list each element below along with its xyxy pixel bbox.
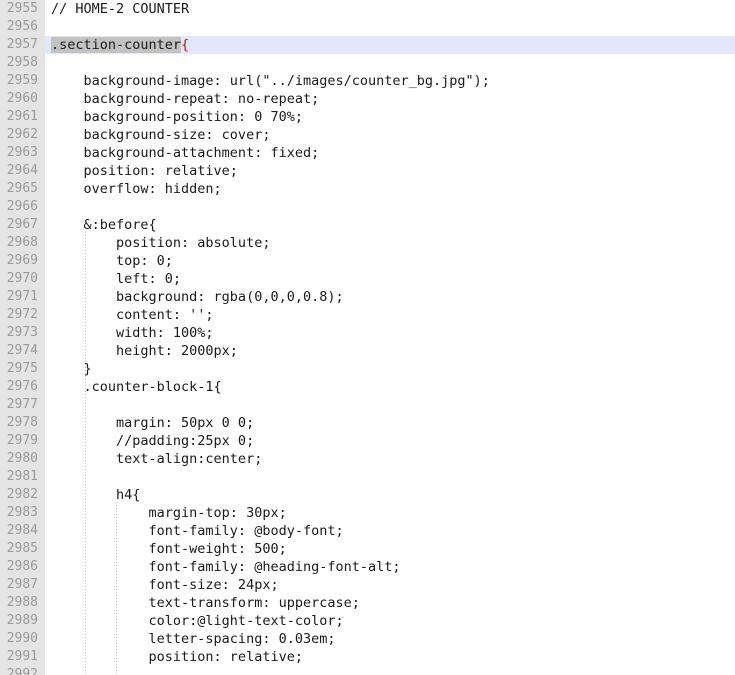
line-number[interactable]: 2955	[0, 0, 38, 18]
line-number[interactable]: 2982	[0, 486, 38, 504]
line-number[interactable]: 2980	[0, 450, 38, 468]
line-number[interactable]: 2975	[0, 360, 38, 378]
line-number[interactable]: 2979	[0, 432, 38, 450]
code-line[interactable]: font-weight: 500;	[51, 540, 287, 558]
line-number[interactable]: 2973	[0, 324, 38, 342]
code-line[interactable]: background: rgba(0,0,0,0.8);	[51, 288, 344, 306]
line-number[interactable]: 2983	[0, 504, 38, 522]
code-line[interactable]: background-size: cover;	[51, 126, 271, 144]
line-number[interactable]: 2970	[0, 270, 38, 288]
code-line[interactable]: &:before{	[51, 216, 157, 234]
code-line[interactable]: font-size: 24px;	[51, 576, 279, 594]
code-line[interactable]: position: relative;	[51, 648, 303, 666]
code-line[interactable]: margin: 50px 0 0;	[51, 414, 254, 432]
code-line[interactable]: top: 0;	[51, 252, 173, 270]
line-number[interactable]: 2976	[0, 378, 38, 396]
code-line[interactable]: width: 100%;	[51, 324, 214, 342]
code-line[interactable]: }	[51, 360, 92, 378]
line-number[interactable]: 2972	[0, 306, 38, 324]
line-number[interactable]: 2990	[0, 630, 38, 648]
line-number[interactable]: 2987	[0, 576, 38, 594]
line-number-gutter[interactable]: 2955 2956 2957 2958 2959 2960 2961 2962 2963 2964…	[0, 0, 45, 675]
line-number[interactable]: 2977	[0, 396, 38, 414]
code-line[interactable]: overflow: hidden;	[51, 180, 222, 198]
line-number[interactable]: 2992	[0, 666, 38, 675]
line-number[interactable]: 2960	[0, 90, 38, 108]
open-brace: {	[181, 37, 190, 53]
line-number[interactable]: 2985	[0, 540, 38, 558]
code-line[interactable]: text-align:center;	[51, 450, 262, 468]
code-line[interactable]: // HOME-2 COUNTER	[51, 0, 189, 18]
code-line[interactable]: left: 0;	[51, 270, 181, 288]
line-number[interactable]: 2957	[0, 36, 38, 54]
line-number[interactable]: 2965	[0, 180, 38, 198]
line-number[interactable]: 2961	[0, 108, 38, 126]
code-line[interactable]: content: '';	[51, 306, 214, 324]
line-number[interactable]: 2967	[0, 216, 38, 234]
code-text-surface[interactable]: // HOME-2 COUNTER .section-counter{ backg…	[45, 0, 735, 675]
selected-text: .section-counter	[51, 37, 182, 53]
code-editor[interactable]: 2955 2956 2957 2958 2959 2960 2961 2962 2963 2964…	[0, 0, 735, 675]
line-number[interactable]: 2958	[0, 54, 38, 72]
code-line[interactable]: text-transform: uppercase;	[51, 594, 360, 612]
line-number[interactable]: 2989	[0, 612, 38, 630]
line-number[interactable]: 2974	[0, 342, 38, 360]
line-number[interactable]: 2959	[0, 72, 38, 90]
line-number[interactable]: 2968	[0, 234, 38, 252]
line-number[interactable]: 2981	[0, 468, 38, 486]
code-line[interactable]: background-repeat: no-repeat;	[51, 90, 320, 108]
code-line[interactable]: position: relative;	[51, 162, 238, 180]
line-number[interactable]: 2966	[0, 198, 38, 216]
line-number[interactable]: 2984	[0, 522, 38, 540]
line-number[interactable]: 2963	[0, 144, 38, 162]
line-number[interactable]: 2962	[0, 126, 38, 144]
code-line[interactable]: background-image: url("../images/counter…	[51, 72, 490, 90]
code-line[interactable]: .counter-block-1{	[51, 378, 222, 396]
code-line[interactable]: height: 2000px;	[51, 342, 238, 360]
line-number[interactable]: 2964	[0, 162, 38, 180]
code-line[interactable]: position: absolute;	[51, 234, 270, 252]
code-line[interactable]: font-family: @heading-font-alt;	[51, 558, 401, 576]
code-line[interactable]: letter-spacing: 0.03em;	[51, 630, 336, 648]
line-number[interactable]: 2969	[0, 252, 38, 270]
line-number[interactable]: 2988	[0, 594, 38, 612]
code-line[interactable]: .section-counter{	[51, 36, 189, 54]
line-number[interactable]: 2978	[0, 414, 38, 432]
code-line[interactable]: margin-top: 30px;	[51, 504, 287, 522]
code-line[interactable]: color:@light-text-color;	[51, 612, 344, 630]
code-line[interactable]: background-attachment: fixed;	[51, 144, 320, 162]
line-number[interactable]: 2971	[0, 288, 38, 306]
code-line[interactable]: //padding:25px 0;	[51, 432, 254, 450]
code-line[interactable]: background-position: 0 70%;	[51, 108, 303, 126]
line-number[interactable]: 2991	[0, 648, 38, 666]
code-line[interactable]: font-family: @body-font;	[51, 522, 344, 540]
line-number[interactable]: 2956	[0, 18, 38, 36]
line-number[interactable]: 2986	[0, 558, 38, 576]
code-line[interactable]: h4{	[51, 486, 140, 504]
